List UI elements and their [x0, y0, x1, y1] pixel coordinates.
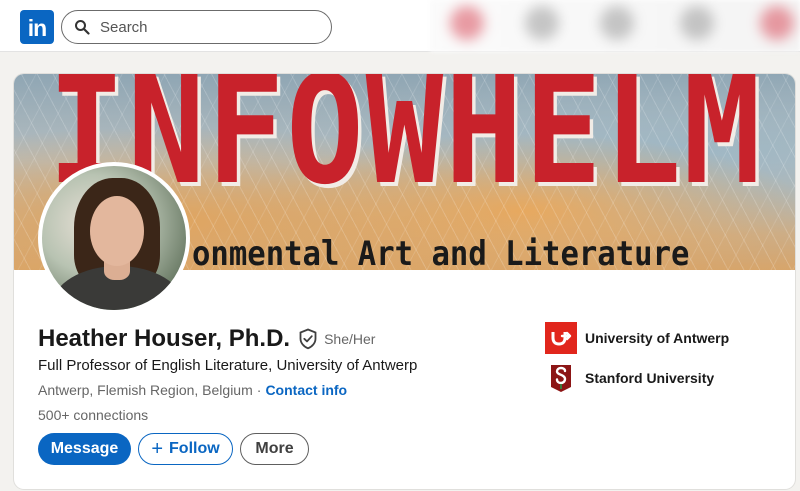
location-separator: ·	[256, 382, 262, 398]
org-name: Stanford University	[585, 370, 715, 386]
location-text: Antwerp, Flemish Region, Belgium	[38, 382, 253, 398]
university-of-antwerp-logo	[545, 322, 577, 354]
location-row: Antwerp, Flemish Region, Belgium · Contact…	[38, 382, 347, 398]
stanford-logo	[545, 362, 577, 394]
contact-info-link[interactable]: Contact info	[265, 382, 347, 398]
blurred-nav-icons	[430, 0, 800, 52]
plus-icon: +	[151, 438, 164, 460]
connections-count[interactable]: 500+ connections	[38, 407, 148, 423]
search-box[interactable]	[61, 10, 332, 44]
pronouns: She/Her	[324, 331, 376, 347]
org-name: University of Antwerp	[585, 330, 730, 346]
banner-subtitle: onmental Art and Literature	[192, 234, 690, 270]
profile-photo[interactable]	[38, 162, 190, 314]
follow-button[interactable]: + Follow	[138, 433, 233, 465]
profile-card: INFOWHELM onmental Art and Literature He…	[14, 74, 795, 489]
linkedin-logo[interactable]: in	[20, 10, 54, 44]
name-row: Heather Houser, Ph.D. She/Her	[38, 325, 375, 353]
profile-headline: Full Professor of English Literature, Un…	[38, 357, 418, 374]
follow-label: Follow	[169, 440, 220, 457]
message-button[interactable]: Message	[38, 433, 131, 465]
search-input[interactable]	[100, 17, 320, 37]
org-university-of-antwerp[interactable]: University of Antwerp	[545, 322, 729, 354]
search-icon	[75, 20, 90, 35]
verified-shield-icon[interactable]	[298, 328, 318, 350]
profile-name: Heather Houser, Ph.D.	[38, 325, 291, 352]
more-button[interactable]: More	[240, 433, 309, 465]
org-stanford-university[interactable]: Stanford University	[545, 362, 714, 394]
top-nav-bar: in	[0, 0, 800, 52]
